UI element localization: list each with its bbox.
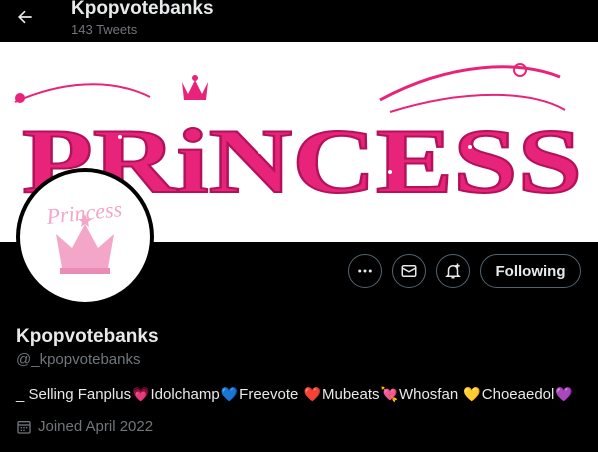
- avatar[interactable]: Princess: [16, 168, 154, 306]
- bio-text: Freevote: [239, 386, 303, 403]
- avatar-image: Princess: [20, 172, 150, 302]
- joined-date: Joined April 2022: [16, 418, 153, 435]
- bio-text: Choeaedol: [481, 386, 555, 403]
- more-icon: [358, 269, 372, 273]
- bio-text: Idolchamp: [150, 386, 220, 403]
- bio-text: Whosfan: [398, 386, 463, 403]
- message-button[interactable]: [392, 254, 426, 288]
- bio-text: _ Selling Fanplus: [16, 386, 132, 403]
- red-heart-icon: ❤️: [303, 386, 321, 402]
- calendar-icon: [17, 420, 31, 434]
- purple-heart-icon: 💜: [555, 386, 573, 402]
- princess-crown-logo: Princess: [44, 196, 123, 274]
- page-title: Kpopvotebanks: [71, 0, 214, 19]
- bell-plus-icon: [445, 263, 461, 279]
- heart-arrow-icon: 💘: [380, 386, 398, 402]
- envelope-icon: [401, 265, 417, 277]
- following-button[interactable]: Following: [480, 254, 581, 288]
- back-button[interactable]: [10, 2, 40, 32]
- joined-text: Joined April 2022: [38, 418, 154, 435]
- notifications-button[interactable]: [436, 254, 470, 288]
- bio-text: Mubeats: [321, 386, 380, 403]
- profile-bio: _ Selling Fanplus💗Idolchamp💙Freevote ❤️M…: [16, 386, 574, 403]
- more-button[interactable]: [348, 254, 382, 288]
- tweet-count: 143 Tweets: [71, 22, 138, 37]
- profile-name: Kpopvotebanks: [16, 326, 159, 347]
- arrow-left-icon: [18, 10, 32, 24]
- blue-heart-icon: 💙: [220, 386, 239, 402]
- yellow-heart-icon: 💛: [463, 386, 481, 402]
- top-bar: Kpopvotebanks 143 Tweets: [0, 0, 598, 42]
- profile-handle: @_kpopvotebanks: [16, 351, 141, 368]
- pink-heart-icon: 💗: [132, 386, 150, 402]
